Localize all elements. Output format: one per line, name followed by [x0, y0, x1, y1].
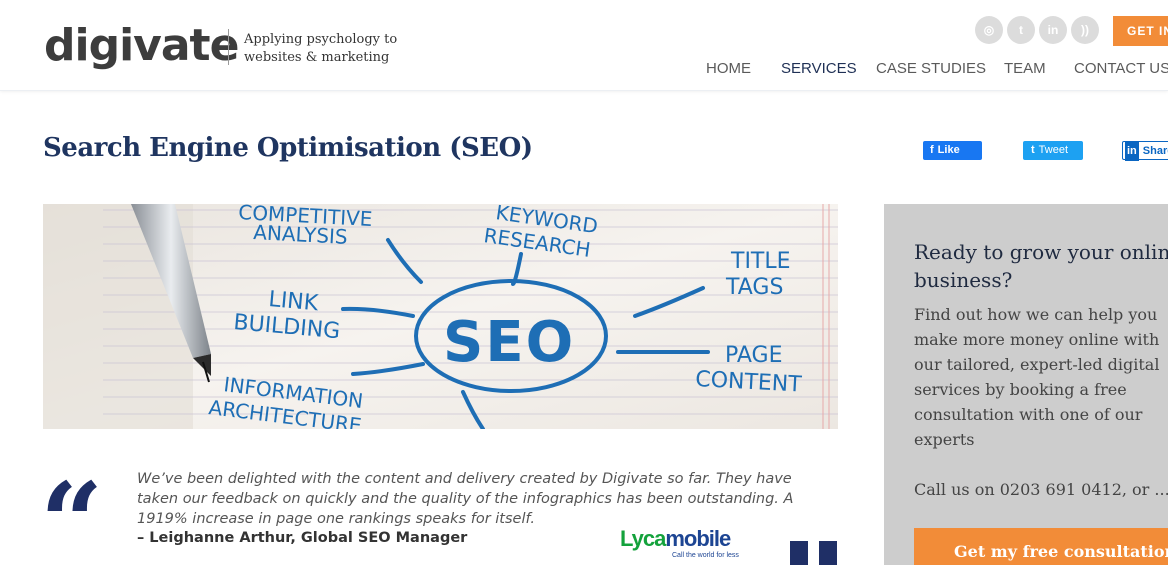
cta-heading: Ready to grow your online business? — [914, 240, 1168, 292]
nav-home[interactable]: HOME — [706, 60, 751, 77]
hero-seo-text: SEO — [443, 310, 575, 375]
close-quote-icon — [790, 541, 838, 565]
lycamobile-tagline: Call the world for less — [672, 552, 739, 559]
cta-phone: Call us on 0203 691 0412, or ... — [914, 480, 1168, 499]
instagram-icon[interactable]: ◎ — [975, 16, 1003, 44]
nav-services[interactable]: SERVICES — [781, 60, 857, 77]
site-header: digivate Applying psychology to websites… — [0, 0, 1168, 91]
linkedin-share-icon: in — [1125, 142, 1139, 161]
tweet-button[interactable]: t Tweet — [1023, 141, 1083, 160]
tweet-label: Tweet — [1038, 144, 1069, 156]
facebook-like-label: Like — [937, 144, 960, 156]
cta-body: Find out how we can help you make more m… — [914, 305, 1160, 449]
testimonial-text: We’ve been delighted with the content an… — [137, 471, 794, 527]
nav-team[interactable]: TEAM — [1004, 60, 1046, 77]
consultation-panel: Ready to grow your online business? Find… — [884, 204, 1168, 565]
seo-hero-image: SEO COMPETITIVE ANALYSIS KEYWORD RESEARC… — [43, 204, 838, 429]
get-in-touch-button[interactable]: GET IN — [1113, 16, 1168, 46]
hero-label-page: PAGE — [725, 343, 782, 368]
testimonial-author: – Leighanne Arthur, Global SEO Manager — [137, 530, 468, 546]
linkedin-share-button[interactable]: inShare — [1122, 141, 1168, 161]
digivate-logo[interactable]: digivate — [44, 18, 239, 74]
rss-icon[interactable]: )) — [1071, 16, 1099, 44]
twitter-bird-icon: t — [1031, 144, 1035, 156]
hero-label-tags: TAGS — [725, 275, 783, 300]
facebook-icon: f — [930, 144, 934, 156]
page-title: Search Engine Optimisation (SEO) — [43, 133, 533, 163]
lyca-text: Lyca — [620, 526, 666, 551]
twitter-icon[interactable]: t — [1007, 16, 1035, 44]
linkedin-share-label: Share — [1142, 145, 1168, 157]
free-consultation-button[interactable]: Get my free consultation — [914, 528, 1168, 565]
seo-mindmap-illustration: SEO COMPETITIVE ANALYSIS KEYWORD RESEARC… — [43, 204, 838, 429]
nav-case-studies[interactable]: CASE STUDIES — [876, 60, 986, 77]
linkedin-icon[interactable]: in — [1039, 16, 1067, 44]
hero-label-link: LINK — [267, 287, 319, 316]
hero-label-analysis: ANALYSIS — [253, 220, 348, 249]
tagline: Applying psychology to websites & market… — [244, 32, 398, 65]
nav-contact-us[interactable]: CONTACT US — [1074, 60, 1168, 77]
tagline-divider — [228, 29, 229, 65]
facebook-like-button[interactable]: f Like — [923, 141, 982, 160]
lycamobile-logo: Lycamobile Call the world for less — [620, 526, 750, 566]
lycamobile-wordmark: Lycamobile — [620, 526, 750, 552]
open-quote-icon: “ — [40, 458, 104, 587]
hero-label-title: TITLE — [730, 249, 791, 274]
mobile-text: mobile — [665, 526, 731, 551]
